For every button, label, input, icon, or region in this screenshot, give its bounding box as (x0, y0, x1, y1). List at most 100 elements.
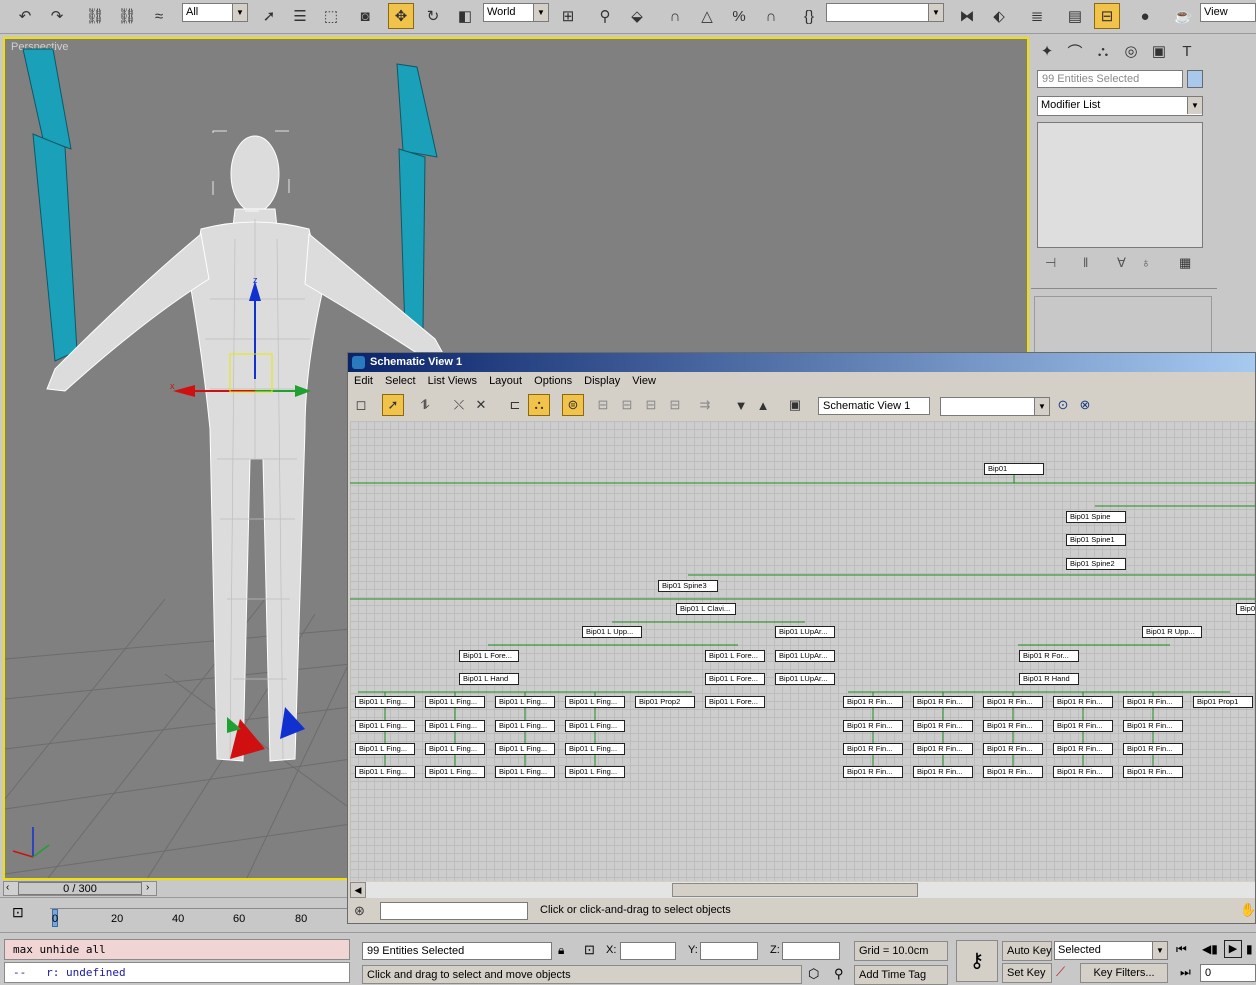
x-coord-field[interactable] (620, 942, 676, 960)
schematic-node[interactable]: Bip01 L Clavi... (676, 603, 736, 615)
modifier-list-dropdown[interactable]: Modifier List ▼ (1037, 96, 1203, 116)
display-tab-icon[interactable]: ▣ (1146, 38, 1172, 64)
schematic-node[interactable]: Bip01 Prop2 (635, 696, 695, 708)
schematic-node[interactable]: Bip01 Spine3 (658, 580, 718, 592)
schematic-node[interactable]: Bip01 R Fin... (913, 696, 973, 708)
schematic-node[interactable]: Bip01 L Fing... (355, 696, 415, 708)
selection-filter-dropdown[interactable]: All ▼ (182, 3, 248, 22)
preferences-icon[interactable]: ▣ (784, 394, 806, 416)
schematic-node[interactable]: Bip01 R Fin... (1123, 720, 1183, 732)
render-view-dropdown[interactable]: View (1200, 3, 1256, 22)
schematic-node[interactable]: Bip01 R Upp... (1142, 626, 1202, 638)
select-mode-icon[interactable]: ➚ (382, 394, 404, 416)
curve-editor-icon[interactable]: ▤ (1062, 3, 1088, 29)
undo-icon[interactable]: ↶ (12, 3, 38, 29)
select-rotate-icon[interactable]: ↻ (420, 3, 446, 29)
schematic-node[interactable]: Bip01 L Fing... (425, 766, 485, 778)
schematic-node[interactable]: Bip01 L Hand (459, 673, 519, 685)
schematic-node[interactable]: Bip01 L Fing... (425, 696, 485, 708)
expand-selected-icon[interactable]: ▼ (730, 394, 752, 416)
percent-snap-icon[interactable]: % (726, 3, 752, 29)
absolute-mode-icon[interactable]: ⊡ (584, 942, 595, 958)
next-key-icon[interactable]: ▮ (1246, 942, 1253, 956)
mirror-icon[interactable]: ⧓ (954, 3, 980, 29)
schematic-node[interactable]: Bip01 R Fin... (913, 766, 973, 778)
view-name-field[interactable]: Schematic View 1 (818, 397, 930, 415)
collapse-selected-icon[interactable]: ▲ (752, 394, 774, 416)
schematic-node[interactable]: Bip01 L Fing... (425, 720, 485, 732)
select-by-name-icon[interactable]: ☰ (287, 3, 313, 29)
z-coord-field[interactable] (782, 942, 840, 960)
maxscript-listener-input[interactable]: max unhide all (4, 939, 350, 960)
arrange-selected-icon[interactable]: ⊟ (616, 394, 638, 416)
schematic-node[interactable]: Bip01 Prop1 (1193, 696, 1253, 708)
key-filters-button[interactable]: Key Filters... (1080, 963, 1168, 983)
make-unique-icon[interactable]: ∀ (1117, 255, 1126, 271)
schematic-node[interactable]: Bip01 R Fin... (1053, 766, 1113, 778)
prev-key-icon[interactable]: ◀▮ (1202, 942, 1218, 956)
hierarchy-mode-icon[interactable]: ⊏ (504, 394, 526, 416)
schematic-node[interactable]: Bip01 Spine2 (1066, 558, 1126, 570)
free-all-icon[interactable]: ⊟ (640, 394, 662, 416)
auto-key-button[interactable]: Auto Key (1002, 941, 1052, 961)
layer-manager-icon[interactable]: ≣ (1024, 3, 1050, 29)
schematic-node[interactable]: Bip01 L Fing... (425, 743, 485, 755)
schematic-node[interactable]: Bip01 L Fing... (355, 766, 415, 778)
menu-layout[interactable]: Layout (489, 375, 522, 387)
schematic-node[interactable]: Bip01 L Fing... (355, 743, 415, 755)
schematic-node[interactable]: Bip01 R Hand (1019, 673, 1079, 685)
schematic-view-icon[interactable]: ⊟ (1094, 3, 1120, 29)
time-tag-icon[interactable]: ⬡ (808, 966, 819, 982)
select-move-icon[interactable]: ✥ (388, 3, 414, 29)
schematic-search-field[interactable] (380, 902, 528, 920)
schematic-node[interactable]: Bip01 R Fin... (983, 720, 1043, 732)
schematic-node[interactable]: Bip01 (1236, 603, 1255, 615)
bookmark-dropdown[interactable]: ▼ (940, 397, 1050, 416)
create-tab-icon[interactable]: ✦ (1034, 38, 1060, 64)
select-object-icon[interactable]: ➚ (256, 3, 282, 29)
schematic-node[interactable]: Bip01 R For... (1019, 650, 1079, 662)
schematic-node[interactable]: Bip01 L Fing... (565, 743, 625, 755)
pin-stack-icon[interactable]: ⊣ (1045, 255, 1056, 271)
menu-select[interactable]: Select (385, 375, 416, 387)
connect-icon[interactable]: ⥮ (414, 394, 436, 416)
manipulate-icon[interactable]: ⚲ (592, 3, 618, 29)
object-name-field[interactable]: 99 Entities Selected (1037, 70, 1183, 88)
motion-tab-icon[interactable]: ◎ (1118, 38, 1144, 64)
show-end-result-icon[interactable]: ‖ (1083, 255, 1088, 270)
render-scene-icon[interactable]: ☕ (1170, 3, 1196, 29)
schematic-node[interactable]: Bip01 L Fing... (565, 720, 625, 732)
schematic-hscrollbar[interactable]: ◀ (350, 882, 1255, 898)
configure-sets-icon[interactable]: ▦ (1179, 255, 1191, 271)
menu-list-views[interactable]: List Views (428, 375, 477, 387)
arrange-children-icon[interactable]: ⊟ (592, 394, 614, 416)
next-frame-icon[interactable]: › (146, 882, 149, 893)
remove-bookmark-icon[interactable]: ⊗ (1074, 394, 1096, 416)
angle-snap-icon[interactable]: △ (694, 3, 720, 29)
schematic-node[interactable]: Bip01 LUpAr... (775, 626, 835, 638)
object-color-swatch[interactable] (1187, 70, 1203, 88)
link-icon[interactable]: ⛓ (82, 3, 108, 29)
set-key-mode-button[interactable]: ⚷ (956, 940, 998, 982)
selection-lock-icon[interactable]: 🔒︎ (558, 943, 564, 958)
pan-hand-icon[interactable]: ✋ (1240, 902, 1255, 918)
curve-editor-mini-icon[interactable]: ⊡ (12, 904, 24, 921)
edit-named-selection-icon[interactable]: {} (796, 3, 822, 29)
delete-objects-icon[interactable]: ✕ (470, 394, 492, 416)
named-selection-dropdown[interactable]: ▼ (826, 3, 944, 22)
schematic-node[interactable]: Bip01 R Fin... (1053, 720, 1113, 732)
schematic-titlebar[interactable]: Schematic View 1 (348, 353, 1255, 372)
time-config-icon[interactable]: ⚲ (834, 966, 844, 982)
schematic-node[interactable]: Bip01 L Fore... (705, 673, 765, 685)
menu-view[interactable]: View (632, 375, 656, 387)
schematic-node[interactable]: Bip01 R Fin... (913, 720, 973, 732)
schematic-node[interactable]: Bip01 R Fin... (1123, 743, 1183, 755)
scroll-thumb[interactable] (672, 883, 918, 897)
add-time-tag-button[interactable]: Add Time Tag (854, 965, 948, 985)
schematic-node[interactable]: Bip01 R Fin... (843, 720, 903, 732)
schematic-node[interactable]: Bip01 L Fore... (705, 696, 765, 708)
time-slider[interactable]: ‹ 0 / 300 › (3, 881, 157, 896)
move-children-icon[interactable]: ⇉ (694, 394, 716, 416)
schematic-node[interactable]: Bip01 R Fin... (843, 766, 903, 778)
menu-display[interactable]: Display (584, 375, 620, 387)
